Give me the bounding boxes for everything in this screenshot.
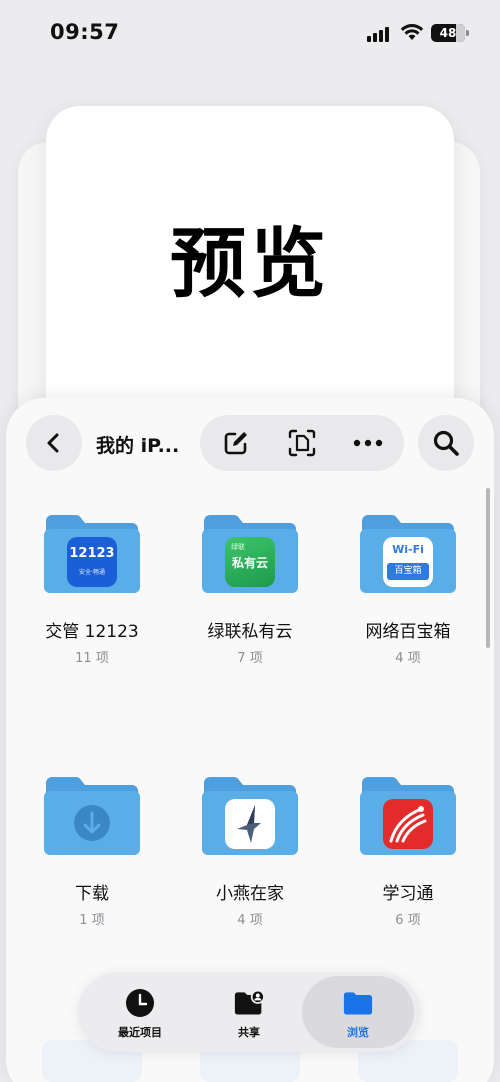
folder-count: 6 项	[395, 913, 421, 928]
folder-name: 学习通	[382, 884, 434, 904]
xuexitong-app-icon	[383, 799, 433, 849]
xiaoyan-app-icon	[225, 799, 275, 849]
status-bar: 09:57 48	[0, 0, 500, 66]
wifi-icon	[400, 24, 424, 40]
tab-bar: 最近项目 共享 浏览	[78, 972, 420, 1052]
nav-title: 我的 iP...	[96, 435, 180, 457]
shared-folder-icon	[234, 989, 264, 1015]
folder-wangluo[interactable]: Wi-Fi 百宝箱 网络百宝箱 4 项	[338, 513, 488, 683]
folder-count: 7 项	[237, 651, 263, 666]
jiaoguan-badge: 12123	[69, 546, 115, 561]
jiaoguan-app-icon: 12123 安全·畅通	[67, 537, 117, 587]
swallow-icon	[237, 805, 261, 843]
chevron-left-icon	[47, 433, 59, 453]
tab-recents[interactable]: 最近项目	[84, 976, 196, 1048]
folder-count: 4 项	[395, 651, 421, 666]
compose-icon	[224, 432, 247, 455]
folder-xiaoyan[interactable]: 小燕在家 4 项	[180, 775, 330, 945]
folder-name: 小燕在家	[216, 884, 284, 904]
status-time: 09:57	[50, 20, 120, 44]
folder-lvlian[interactable]: 绿联 私有云 绿联私有云 7 项	[180, 513, 330, 683]
search-icon	[433, 430, 459, 456]
battery-level: 48	[439, 26, 457, 40]
folder-name: 下载	[75, 884, 109, 904]
folder-jiaoguan[interactable]: 12123 安全·畅通 交管 12123 11 项	[22, 513, 172, 683]
battery-icon: 48	[431, 24, 469, 42]
xuexitong-logo-icon	[389, 806, 427, 843]
more-icon	[353, 439, 383, 447]
tab-label: 最近项目	[118, 1026, 162, 1039]
folder-name: 网络百宝箱	[365, 622, 451, 642]
jiaoguan-badge-sub: 安全·畅通	[79, 569, 105, 576]
folder-icon	[343, 992, 373, 1015]
search-button[interactable]	[418, 415, 474, 471]
lvlian-badge: 私有云	[231, 556, 268, 570]
tab-browse[interactable]: 浏览	[302, 976, 414, 1048]
tab-label: 共享	[238, 1026, 260, 1039]
preview-title: 预览	[170, 219, 330, 308]
folder-count: 1 项	[79, 913, 105, 928]
tab-label: 浏览	[347, 1026, 369, 1039]
back-button[interactable]	[26, 415, 82, 471]
folder-name: 绿联私有云	[207, 622, 293, 642]
download-folder-icon	[44, 777, 140, 855]
folder-name: 交管 12123	[45, 622, 139, 642]
scan-document-button[interactable]	[282, 423, 322, 463]
wangluo-app-icon: Wi-Fi 百宝箱	[383, 537, 433, 587]
more-button[interactable]	[348, 423, 388, 463]
preview-card[interactable]: 预览	[46, 106, 454, 436]
scan-document-icon	[288, 429, 316, 457]
folder-count: 4 项	[237, 913, 263, 928]
toolbar	[200, 415, 404, 471]
folder-count: 11 项	[75, 651, 109, 666]
wangluo-badge-sub: 百宝箱	[387, 563, 429, 580]
folder-download[interactable]: 下载 1 项	[22, 775, 172, 945]
cellular-signal-icon	[367, 26, 391, 42]
lvlian-app-icon: 绿联 私有云	[225, 537, 275, 587]
tab-shared[interactable]: 共享	[193, 976, 305, 1048]
clock-icon	[126, 989, 154, 1017]
folder-xuexitong[interactable]: 学习通 6 项	[338, 775, 488, 945]
lvlian-badge-sub: 绿联	[231, 543, 245, 551]
wangluo-badge: Wi-Fi	[392, 543, 424, 556]
compose-button[interactable]	[216, 423, 256, 463]
